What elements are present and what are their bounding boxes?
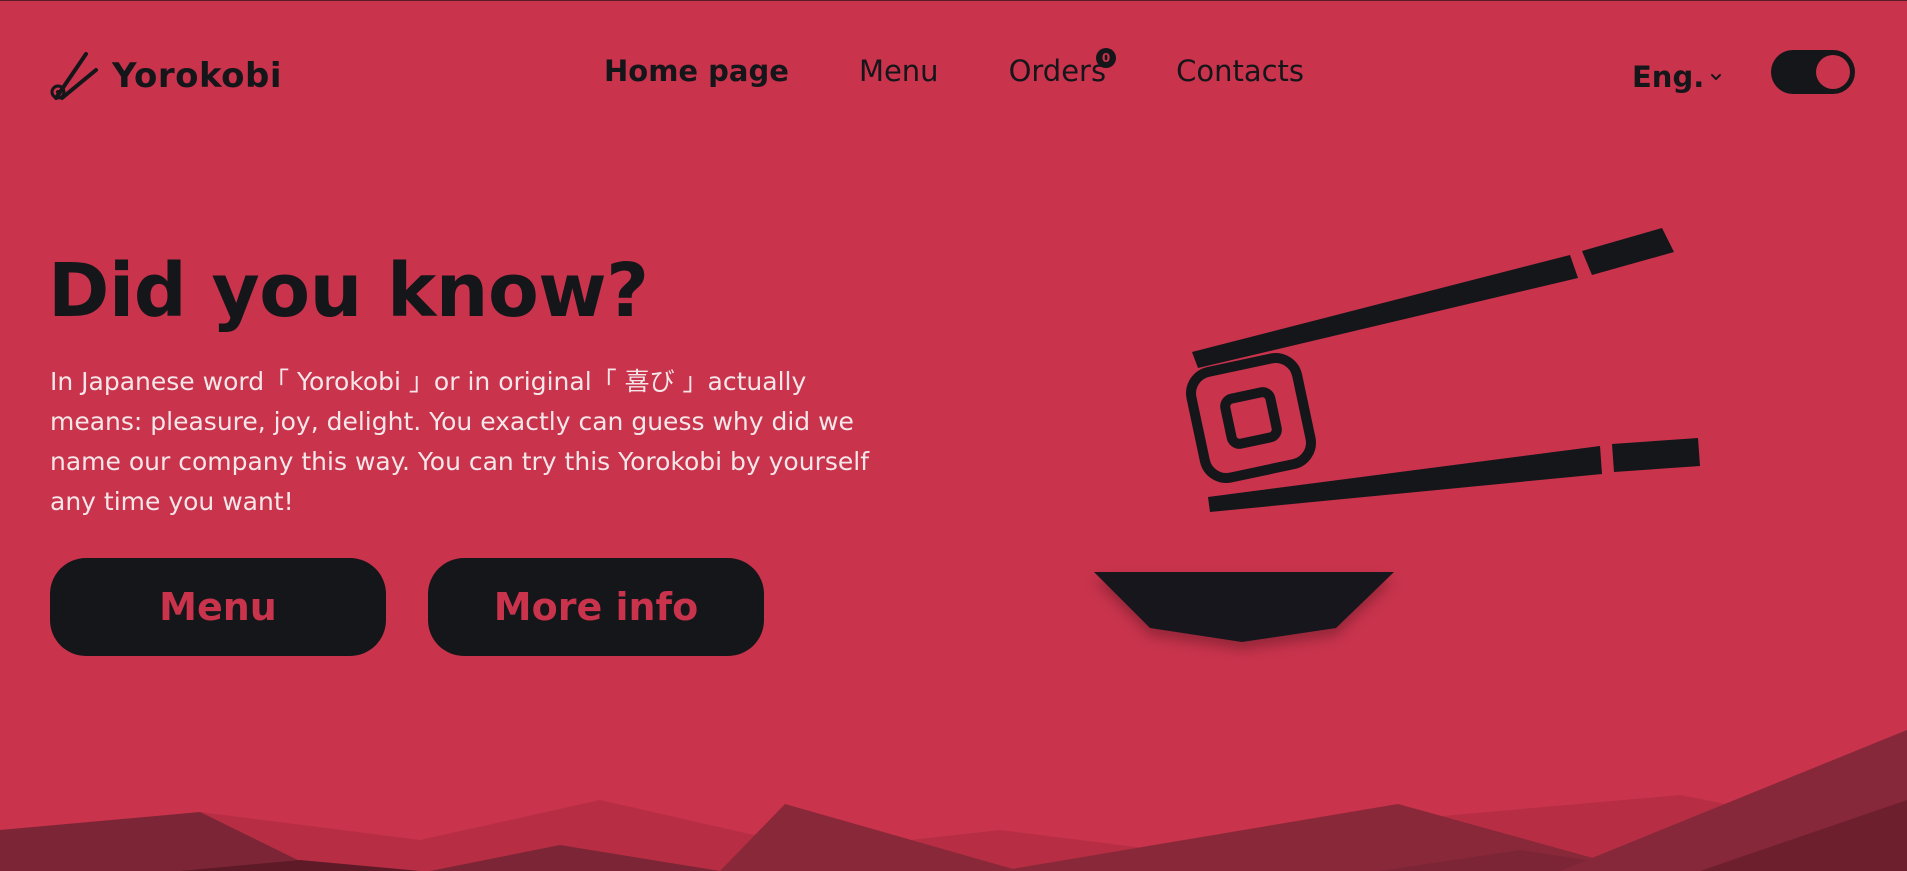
- language-select[interactable]: Eng.: [1632, 60, 1722, 94]
- chevron-down-icon: [1711, 74, 1722, 80]
- sushi-chopsticks-illustration: [1094, 228, 1700, 642]
- menu-button[interactable]: Menu: [50, 558, 386, 656]
- bowl-icon: [1094, 572, 1394, 642]
- nav-menu[interactable]: Menu: [859, 54, 939, 88]
- hero-description: In Japanese word「 Yorokobi 」or in origin…: [50, 367, 870, 516]
- brand-name: Yorokobi: [112, 56, 283, 96]
- site-header: Yorokobi Home page Menu Orders 0 Contact…: [0, 0, 1907, 140]
- theme-toggle[interactable]: [1771, 50, 1855, 94]
- toggle-knob: [1816, 55, 1850, 89]
- logo[interactable]: Yorokobi: [48, 48, 282, 104]
- sushi-roll: [1186, 353, 1316, 483]
- orders-count-badge: 0: [1096, 48, 1117, 68]
- nav-home-page[interactable]: Home page: [604, 54, 789, 88]
- chopsticks-logo-icon: [50, 52, 98, 100]
- nav-orders-label: Orders: [1008, 54, 1107, 88]
- mountain-background: [0, 730, 1907, 871]
- nav-orders[interactable]: Orders 0: [1008, 48, 1117, 88]
- chopstick-top: [1192, 228, 1674, 368]
- nav-contacts[interactable]: Contacts: [1176, 54, 1304, 88]
- main-nav: Home page Menu Orders 0 Contacts: [604, 48, 1304, 88]
- more-info-button[interactable]: More info: [428, 558, 764, 656]
- chopstick-bottom: [1208, 438, 1700, 512]
- hero-title: Did you know?: [48, 248, 649, 334]
- language-label: Eng.: [1632, 60, 1705, 94]
